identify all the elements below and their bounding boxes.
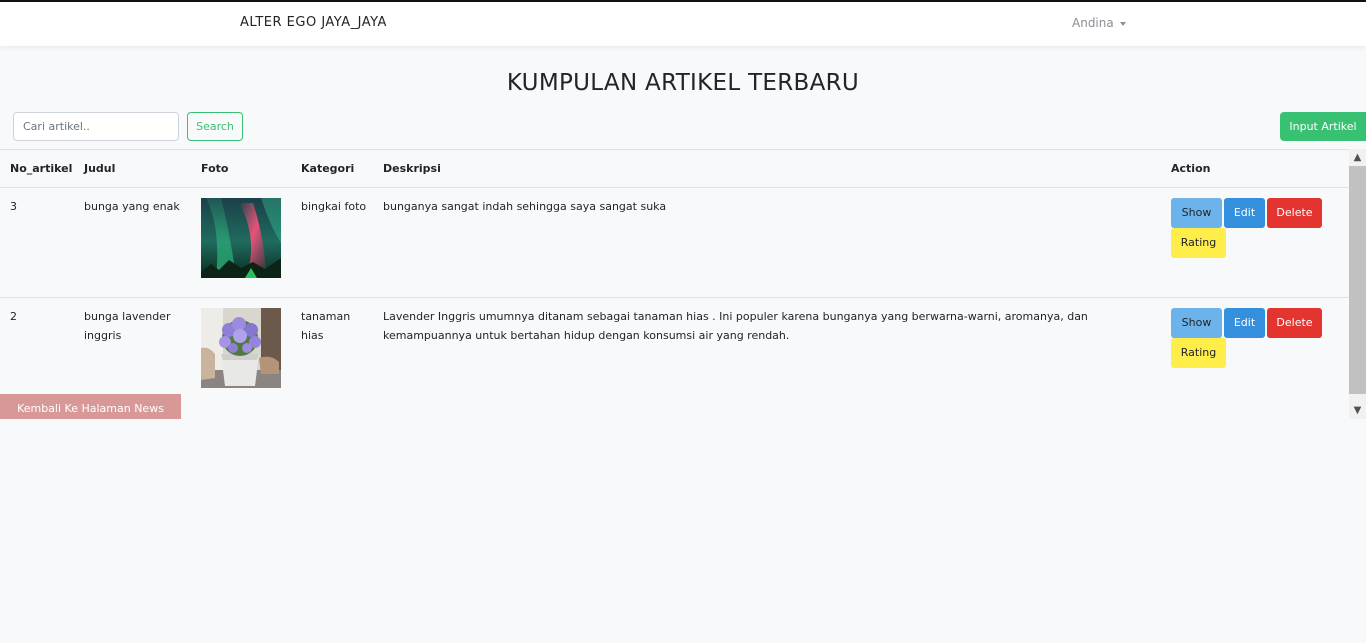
back-to-news-button[interactable]: Kembali Ke Halaman News xyxy=(0,394,181,419)
user-dropdown-toggle[interactable]: Andina xyxy=(1072,16,1126,30)
scrollbar-thumb[interactable] xyxy=(1349,166,1366,394)
header-action: Action xyxy=(1171,149,1349,188)
cell-kategori: tanaman hias xyxy=(301,297,383,407)
rating-button[interactable]: Rating xyxy=(1171,228,1226,258)
table-row: 2 bunga lavender inggris tanaman hias La… xyxy=(0,297,1349,407)
aurora-photo xyxy=(201,198,281,278)
article-table-container: No_artikel Judul Foto Kategori Deskripsi… xyxy=(0,149,1366,419)
edit-button[interactable]: Edit xyxy=(1224,198,1265,228)
search-input[interactable] xyxy=(13,112,179,141)
cell-foto xyxy=(201,187,301,298)
cell-action: Show Edit Delete Rating xyxy=(1171,187,1349,298)
input-article-button[interactable]: Input Artikel xyxy=(1280,112,1366,141)
delete-button[interactable]: Delete xyxy=(1267,308,1322,338)
header-foto: Foto xyxy=(201,149,301,188)
cell-deskripsi: bunganya sangat indah sehingga saya sang… xyxy=(383,187,1171,298)
caret-down-icon xyxy=(1119,21,1126,26)
delete-button[interactable]: Delete xyxy=(1267,198,1322,228)
navbar-brand[interactable]: ALTER EGO JAYA_JAYA xyxy=(240,15,387,30)
navbar: ALTER EGO JAYA_JAYA Andina xyxy=(0,2,1366,46)
article-table: No_artikel Judul Foto Kategori Deskripsi… xyxy=(0,149,1349,407)
cell-judul: bunga yang enak xyxy=(84,187,201,298)
header-judul: Judul xyxy=(84,149,201,188)
user-name: Andina xyxy=(1072,16,1114,30)
table-row: 3 bunga yang enak bingkai foto bunganya … xyxy=(0,187,1349,298)
cell-judul: bunga lavender inggris xyxy=(84,297,201,407)
table-scrollbar[interactable]: ▲ ▼ xyxy=(1349,149,1366,419)
cell-action: Show Edit Delete Rating xyxy=(1171,297,1349,407)
show-button[interactable]: Show xyxy=(1171,198,1222,228)
header-kategori: Kategori xyxy=(301,149,383,188)
cell-no-artikel: 3 xyxy=(0,187,84,298)
header-no-artikel: No_artikel xyxy=(0,149,84,188)
cell-no-artikel: 2 xyxy=(0,297,84,407)
edit-button[interactable]: Edit xyxy=(1224,308,1265,338)
header-deskripsi: Deskripsi xyxy=(383,149,1171,188)
search-button[interactable]: Search xyxy=(187,112,243,141)
lavender-pot-photo xyxy=(201,308,281,388)
page-title: KUMPULAN ARTIKEL TERBARU xyxy=(506,70,860,96)
cell-deskripsi: Lavender Inggris umumnya ditanam sebagai… xyxy=(383,297,1171,407)
show-button[interactable]: Show xyxy=(1171,308,1222,338)
cell-foto xyxy=(201,297,301,407)
scroll-up-arrow-icon[interactable]: ▲ xyxy=(1349,149,1366,166)
table-header-row: No_artikel Judul Foto Kategori Deskripsi… xyxy=(0,149,1349,188)
scroll-down-arrow-icon[interactable]: ▼ xyxy=(1349,402,1366,419)
cell-kategori: bingkai foto xyxy=(301,187,383,298)
rating-button[interactable]: Rating xyxy=(1171,338,1226,368)
